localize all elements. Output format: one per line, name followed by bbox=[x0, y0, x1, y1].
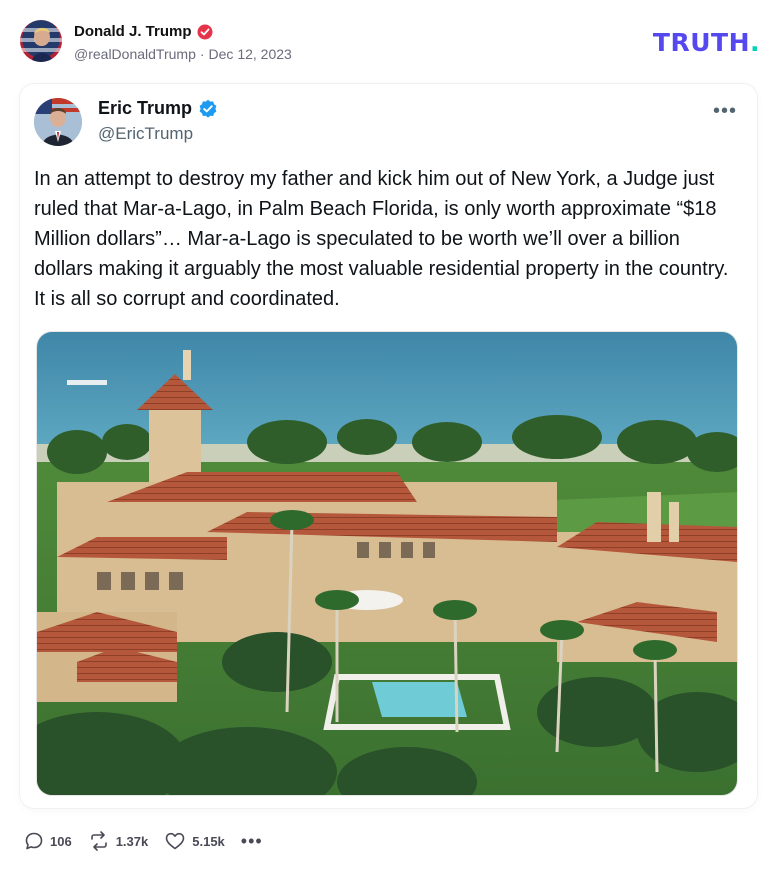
truth-logo: TRUTH. bbox=[653, 28, 760, 57]
embedded-post-text: In an attempt to destroy my father and k… bbox=[34, 168, 729, 310]
more-actions-button[interactable]: ••• bbox=[241, 832, 263, 850]
like-button[interactable]: 5.15k bbox=[164, 831, 225, 851]
author-name[interactable]: Donald J. Trump bbox=[74, 23, 192, 40]
aerial-photo-mar-a-lago[interactable] bbox=[36, 331, 738, 796]
retruth-icon bbox=[88, 831, 110, 851]
more-actions-icon: ••• bbox=[240, 831, 263, 851]
like-count: 5.15k bbox=[192, 833, 225, 849]
truth-logo-text: TRUTH bbox=[652, 28, 750, 57]
post-header: Donald J. Trump @realDonaldTrump · Dec 1… bbox=[20, 20, 760, 66]
action-bar: 106 1.37k 5.15k ••• bbox=[24, 828, 263, 854]
embedded-author-handle: @EricTrump bbox=[98, 124, 194, 143]
more-options-icon[interactable]: ••• bbox=[713, 100, 737, 123]
author-meta: @realDonaldTrump · Dec 12, 2023 bbox=[74, 46, 292, 62]
author-handle[interactable]: @realDonaldTrump bbox=[74, 46, 196, 62]
post-date[interactable]: Dec 12, 2023 bbox=[209, 46, 292, 62]
reply-button[interactable]: 106 bbox=[24, 831, 72, 851]
author-avatar[interactable] bbox=[20, 20, 62, 62]
author-name-row: Donald J. Trump bbox=[74, 23, 213, 40]
truth-logo-dot: . bbox=[750, 28, 760, 57]
heart-icon bbox=[164, 831, 186, 851]
retruth-button[interactable]: 1.37k bbox=[88, 831, 149, 851]
retruth-count: 1.37k bbox=[115, 833, 149, 849]
meta-separator: · bbox=[199, 46, 205, 62]
reply-icon bbox=[24, 831, 44, 851]
verified-badge-red-icon bbox=[197, 24, 213, 40]
embedded-name-row: Eric Trump bbox=[98, 98, 218, 119]
embedded-author-avatar bbox=[34, 98, 82, 146]
embedded-author-name: Eric Trump bbox=[98, 98, 193, 118]
embedded-post-card: Eric Trump @EricTrump ••• In an attempt … bbox=[20, 84, 757, 808]
verified-badge-blue-icon bbox=[198, 99, 218, 119]
reply-count: 106 bbox=[50, 833, 72, 849]
